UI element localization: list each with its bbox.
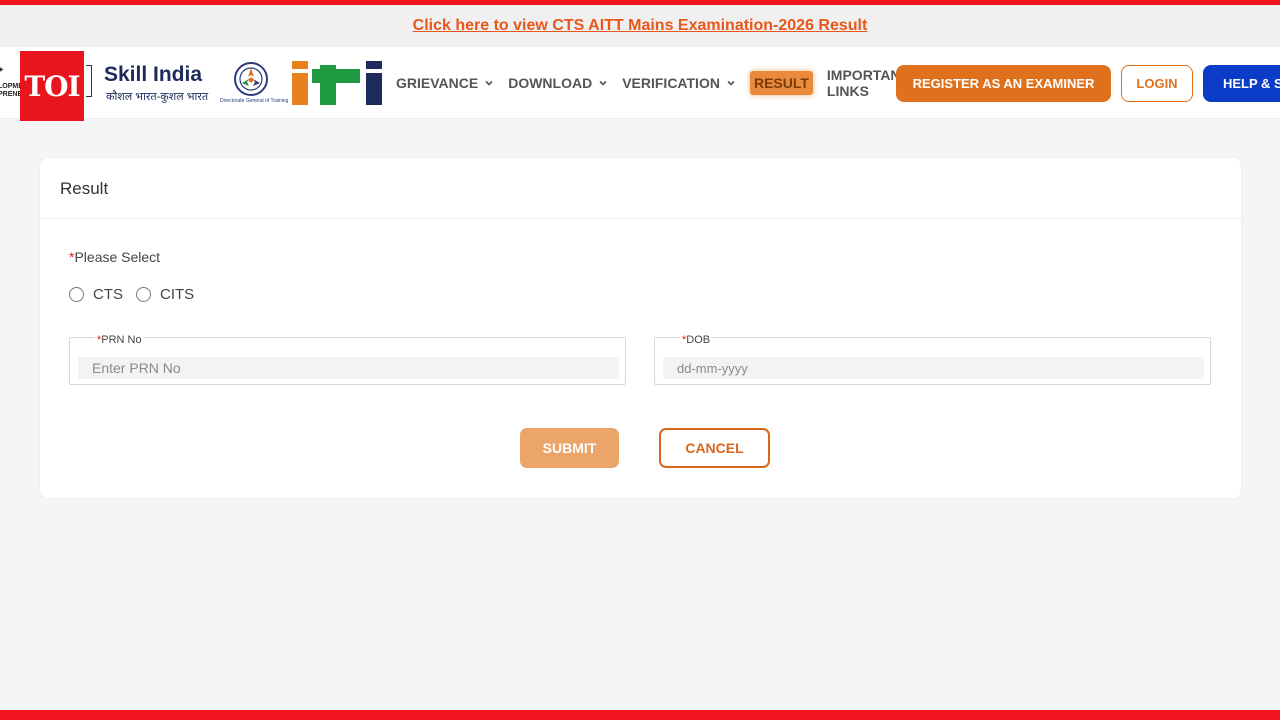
- chevron-down-icon: [599, 80, 607, 86]
- prn-input[interactable]: [78, 357, 619, 379]
- skill-india-title: Skill India: [104, 63, 203, 86]
- toi-badge: TOI: [20, 51, 84, 121]
- register-examiner-button[interactable]: REGISTER AS AN EXAMINER: [896, 65, 1111, 102]
- prn-field-label: *PRN No: [95, 334, 144, 346]
- radio-cts-label[interactable]: CTS: [93, 286, 123, 303]
- dob-field: *DOB: [654, 334, 1211, 385]
- bracket-icon: [86, 65, 92, 97]
- radio-cits-label[interactable]: CITS: [160, 286, 194, 303]
- result-form-card: Result *Please Select CTS CITS *PRN No *…: [40, 158, 1241, 498]
- cancel-button[interactable]: CANCEL: [659, 428, 770, 468]
- logo-mark-icon: ✦: [0, 67, 4, 74]
- radio-cts[interactable]: [69, 287, 84, 302]
- prn-field: *PRN No: [69, 334, 626, 385]
- chevron-down-icon: [485, 80, 493, 86]
- announcement-bar: Click here to view CTS AITT Mains Examin…: [0, 5, 1280, 47]
- skill-development-logo: ✦ LOPME PRENE: [0, 67, 20, 98]
- login-button[interactable]: LOGIN: [1121, 65, 1193, 102]
- nav-result[interactable]: RESULT: [749, 71, 813, 95]
- radio-cits[interactable]: [136, 287, 151, 302]
- select-type-label: *Please Select: [69, 249, 161, 265]
- help-support-button[interactable]: HELP & SU: [1203, 65, 1280, 102]
- nav-verification[interactable]: VERIFICATION: [622, 75, 736, 91]
- dob-input[interactable]: [663, 357, 1204, 379]
- site-header: ✦ LOPME PRENE TOI Skill India कौशल भारत-…: [0, 47, 1280, 121]
- bottom-red-border: [0, 710, 1280, 720]
- skill-india-tagline: कौशल भारत-कुशल भारत: [106, 91, 209, 103]
- main-nav: GRIEVANCE DOWNLOAD VERIFICATION RESULT I…: [396, 47, 939, 119]
- skill-india-logo: Skill India कौशल भारत-कुशल भारत: [84, 61, 214, 105]
- chevron-down-icon: [727, 80, 735, 86]
- dob-field-label: *DOB: [680, 334, 713, 346]
- card-divider: [40, 218, 1241, 219]
- dgt-logo: Directorate General of Training: [220, 59, 289, 107]
- nav-grievance[interactable]: GRIEVANCE: [396, 75, 494, 91]
- result-announcement-link[interactable]: Click here to view CTS AITT Mains Examin…: [413, 17, 868, 35]
- card-title: Result: [60, 179, 109, 198]
- dgt-emblem-icon: [234, 62, 268, 96]
- nav-download[interactable]: DOWNLOAD: [508, 75, 608, 91]
- iti-logo: [292, 61, 382, 105]
- exam-type-radio-group: CTS CITS: [69, 286, 207, 303]
- submit-button[interactable]: SUBMIT: [520, 428, 619, 468]
- dgt-caption: Directorate General of Training: [220, 98, 289, 104]
